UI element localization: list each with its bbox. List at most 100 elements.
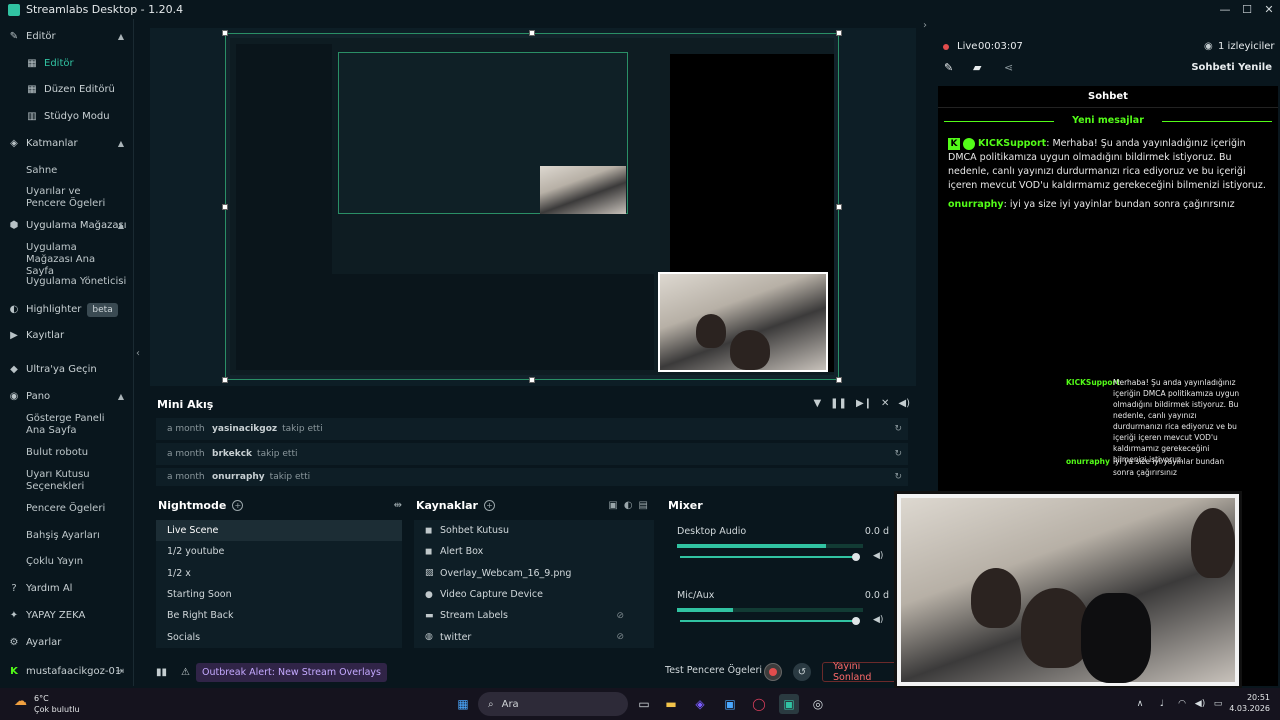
wifi-icon[interactable]: ◠ [1172,694,1192,714]
sidebar-item-ai[interactable]: ✦ YAPAY ZEKA [0,610,134,622]
stream-preview[interactable] [225,33,839,380]
sidebar-item-help[interactable]: ? Yardım Al [0,583,134,595]
resize-handle[interactable] [836,377,842,383]
tray-chevron-icon[interactable]: ∧ [1130,694,1150,714]
battery-icon[interactable]: ▭ [1208,694,1228,714]
scene-collection-title[interactable]: Nightmode [158,499,226,512]
scene-item[interactable]: 1/2 youtube [156,541,402,562]
sidebar-item-dashboard-home[interactable]: Gösterge Paneli Ana Sayfa [0,413,124,437]
resize-handle[interactable] [529,377,535,383]
obs-taskbar-icon[interactable]: ◎ [808,694,828,714]
weather-desc[interactable]: Çok bulutlu [34,705,80,714]
skip-icon[interactable]: ▶❙ [856,398,872,409]
alert-warning-icon[interactable]: ⚠ [181,667,190,678]
slider-knob[interactable] [852,617,860,625]
record-button[interactable] [764,663,782,681]
resize-handle[interactable] [529,30,535,36]
repeat-alert-icon[interactable]: ↻ [894,424,902,434]
minimize-button[interactable]: — [1214,0,1236,19]
source-item[interactable]: ◍ twitter ⊘ [414,626,654,647]
sidebar-item-highlighter[interactable]: ◐ Highlighter beta [0,303,134,317]
resize-handle[interactable] [222,377,228,383]
task-view-icon[interactable]: ▭ [634,694,654,714]
sidebar-item-app-store-home[interactable]: Uygulama Mağazası Ana Sayfa [0,242,124,278]
speaker-icon[interactable]: ◀) [1190,694,1210,714]
resize-handle[interactable] [836,30,842,36]
volume-icon[interactable]: ◀) [898,398,910,409]
edit-stream-icon[interactable]: ✎ [944,61,953,74]
resize-handle[interactable] [222,204,228,210]
sidebar-item-cloudbot[interactable]: Bulut robotu [0,447,134,459]
volume-slider[interactable] [680,553,860,561]
sidebar-item-layout-editor[interactable]: ▦ Düzen Editörü [0,84,134,96]
end-stream-button[interactable]: Yayını Sonland [822,661,902,683]
refresh-chat-button[interactable]: Sohbeti Yenile [1191,62,1272,73]
repeat-alert-icon[interactable]: ↻ [894,472,902,482]
sidebar-item-settings[interactable]: ⚙ Ayarlar [0,637,134,649]
hidden-eye-icon[interactable]: ⊘ [616,611,624,621]
test-widgets-label[interactable]: Test Pencere Ögeleri [665,665,762,676]
share-icon[interactable]: ⋖ [1004,61,1013,74]
replay-buffer-button[interactable]: ↺ [793,663,811,681]
microphone-icon[interactable]: ♩ [1152,694,1172,714]
scene-transitions-icon[interactable]: ⇹ [394,500,402,511]
sidebar-account[interactable]: Kmustafaacikgoz-01 ⇥ [0,666,134,678]
resize-handle[interactable] [222,30,228,36]
sidebar-item-ultra[interactable]: ◆ Ultra'ya Geçin [0,364,134,376]
source-item[interactable]: ◼ Sohbet Kutusu [414,520,654,541]
copilot-icon[interactable]: ◈ [690,694,710,714]
sidebar-item-scene[interactable]: Sahne [0,165,134,177]
collapse-chat-icon[interactable]: › [923,20,927,31]
collapse-sidebar-icon[interactable]: ‹ [136,348,140,359]
source-item[interactable]: ▨ Overlay_Webcam_16_9.png [414,563,654,584]
weather-temp[interactable]: 6°C [34,694,49,703]
windows-start-icon[interactable]: ▦ [453,694,473,714]
add-source-icon[interactable]: + [483,499,495,511]
scene-item[interactable]: Socials [156,626,402,647]
taskbar-clock[interactable]: 20:51 4.03.2026 [1229,692,1270,714]
sidebar-item-app-store[interactable]: ⬢ Uygulama Mağazası ▲ [0,220,134,232]
slider-knob[interactable] [852,553,860,561]
source-tools-icon[interactable]: ▣◐▤ [608,500,654,511]
sidebar-item-multistream[interactable]: Çoklu Yayın [0,556,134,568]
taskbar-search[interactable]: ⌕ Ara [478,692,628,716]
scene-item[interactable]: 1/2 x [156,563,402,584]
sidebar-item-alerts-widgets[interactable]: Uyarılar ve Pencere Ögeleri [0,186,120,210]
stats-icon[interactable]: ▮▮ [156,667,167,678]
sidebar-item-dashboard[interactable]: ◉ Pano ▲ [0,391,134,403]
filter-icon[interactable]: ▼ [813,398,821,409]
scene-item[interactable]: Starting Soon [156,584,402,605]
source-item[interactable]: ◼ Alert Box [414,541,654,562]
mute-icon[interactable]: ◀) [873,615,883,625]
streamlabs-taskbar-icon[interactable]: ▣ [779,694,799,714]
opera-browser-icon[interactable]: ◯ [749,694,769,714]
sidebar-item-app-manager[interactable]: Uygulama Yöneticisi [0,276,134,288]
repeat-alert-icon[interactable]: ↻ [894,449,902,459]
sidebar-item-editor[interactable]: ▦ Editör [0,58,134,70]
close-button[interactable]: ✕ [1258,0,1280,19]
maximize-button[interactable]: ☐ [1236,0,1258,19]
add-scene-icon[interactable]: + [232,499,244,511]
mute-icon[interactable]: ◀) [873,551,883,561]
sidebar-item-editor-section[interactable]: ✎ Editör ▲ [0,31,134,43]
sidebar-item-tip-settings[interactable]: Bahşiş Ayarları [0,530,134,542]
sidebar-item-studio-mode[interactable]: ▥ Stüdyo Modu [0,111,134,123]
scene-item-live[interactable]: Live Scene [156,520,402,542]
source-item[interactable]: ▬ Stream Labels ⊘ [414,605,654,626]
mute-alerts-icon[interactable]: ✕ [881,398,889,409]
resize-handle[interactable] [836,204,842,210]
source-item[interactable]: ● Video Capture Device [414,584,654,605]
sidebar-item-recordings[interactable]: ▶ Kayıtlar [0,330,134,342]
file-explorer-icon[interactable]: ▬ [661,694,681,714]
sidebar-item-alertbox-options[interactable]: Uyarı Kutusu Seçenekleri [0,469,120,493]
scene-item[interactable]: Be Right Back [156,605,402,626]
sidebar-item-widgets[interactable]: Pencere Ögeleri [0,503,134,515]
sidebar-item-layers[interactable]: ◈ Katmanlar ▲ [0,138,134,150]
stream-info-icon[interactable]: ▰ [973,61,981,74]
volume-slider[interactable] [680,617,860,625]
news-alert[interactable]: Outbreak Alert: New Stream Overlays [195,662,387,682]
pause-icon[interactable]: ❚❚ [830,398,847,409]
webcam-preview-window[interactable] [894,491,1242,689]
hidden-eye-icon[interactable]: ⊘ [616,632,624,642]
store-app-icon[interactable]: ▣ [720,694,740,714]
